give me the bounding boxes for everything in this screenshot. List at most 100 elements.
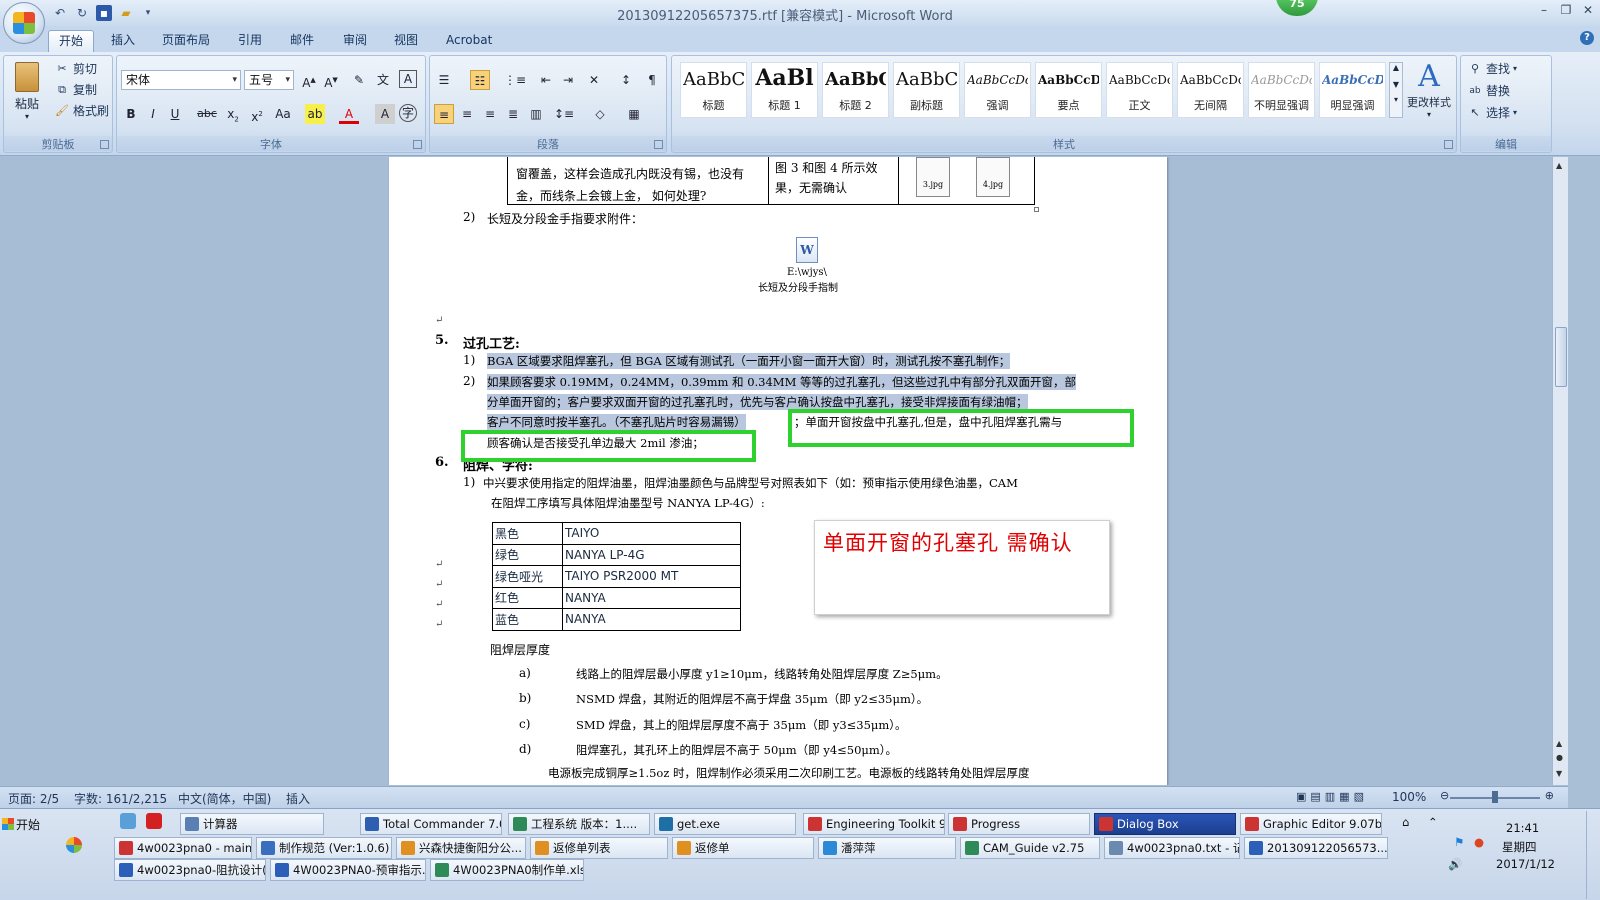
help-icon[interactable]: ? bbox=[1580, 31, 1594, 45]
sort-icon[interactable]: ↕ bbox=[616, 70, 636, 90]
change-case-icon[interactable]: Aa bbox=[273, 104, 293, 124]
style-subtle-emphasis[interactable]: AaBbCcDc 不明显强调 bbox=[1248, 62, 1315, 118]
taskbar-item[interactable]: Graphic Editor 9.07b2 ... bbox=[1240, 813, 1382, 835]
taskbar-item[interactable]: 返修单列表 bbox=[530, 837, 668, 859]
font-name-combo[interactable]: 宋体 bbox=[121, 70, 241, 90]
borders-icon[interactable]: ▦ bbox=[624, 104, 644, 124]
taskbar-item[interactable]: 返修单 bbox=[672, 837, 814, 859]
paragraph-launcher-icon[interactable] bbox=[654, 140, 663, 149]
taskbar-item[interactable]: 201309122056573... bbox=[1244, 837, 1388, 859]
document-page[interactable]: 窗覆盖，这样会造成孔内既没有锡，也没有 金，而线条上会镀上金， 如何处理? 图 … bbox=[389, 157, 1167, 785]
align-center-icon[interactable]: ≡ bbox=[457, 104, 477, 124]
taskbar-item[interactable]: 计算器 bbox=[180, 813, 324, 835]
style-no-spacing[interactable]: AaBbCcDc 无间隔 bbox=[1177, 62, 1244, 118]
line-spacing-icon[interactable]: ↕≡ bbox=[554, 104, 574, 124]
taskbar-item[interactable]: Engineering Toolkit 9.... bbox=[803, 813, 945, 835]
font-size-combo[interactable]: 五号 bbox=[244, 70, 294, 90]
scroll-down-icon[interactable]: ▼ bbox=[1556, 769, 1562, 778]
taskbar-item[interactable]: Progress bbox=[948, 813, 1090, 835]
char-shading-icon[interactable]: A bbox=[375, 104, 395, 124]
taskbar-item[interactable]: 制作规范 (Ver:1.0.6) bbox=[256, 837, 392, 859]
close-icon[interactable]: ✕ bbox=[1582, 3, 1594, 17]
tray-icon[interactable]: ● bbox=[1474, 835, 1484, 849]
increase-indent-icon[interactable]: ⇥ bbox=[558, 70, 578, 90]
tray-icon[interactable]: ⌃ bbox=[1428, 815, 1438, 829]
taskbar-item[interactable]: 兴森快捷衡阳分公... bbox=[396, 837, 526, 859]
clock-weekday[interactable]: 星期四 bbox=[1502, 839, 1537, 855]
taskbar-item[interactable]: 工程系统 版本：1.... bbox=[508, 813, 650, 835]
decrease-indent-icon[interactable]: ⇤ bbox=[536, 70, 556, 90]
copy-button[interactable]: ⧉ 复制 bbox=[54, 81, 97, 98]
tab-acrobat[interactable]: Acrobat bbox=[436, 30, 502, 52]
taskbar-item[interactable]: Dialog Box bbox=[1094, 813, 1236, 835]
tab-page-layout[interactable]: 页面布局 bbox=[152, 30, 220, 52]
clock-date[interactable]: 2017/1/12 bbox=[1496, 857, 1555, 871]
style-heading-2[interactable]: AaBbC 标题 2 bbox=[822, 62, 889, 118]
tray-icon[interactable]: ⌂ bbox=[1402, 815, 1409, 829]
scroll-up-icon[interactable]: ▲ bbox=[1556, 161, 1562, 170]
font-launcher-icon[interactable] bbox=[413, 140, 422, 149]
align-left-icon[interactable]: ≡ bbox=[434, 104, 454, 124]
shrink-font-icon[interactable]: A▼ bbox=[321, 70, 341, 90]
tray-icon[interactable]: ⚑ bbox=[1454, 835, 1464, 849]
pdf-icon[interactable] bbox=[146, 813, 162, 829]
change-styles-button[interactable]: A 更改样式 ▾ bbox=[1402, 60, 1456, 120]
show-marks-icon[interactable]: ¶ bbox=[642, 70, 662, 90]
browse-object-icon[interactable]: ● bbox=[1556, 753, 1563, 762]
zoom-slider[interactable]: ⊖ ⊕ bbox=[1440, 789, 1554, 803]
format-painter-button[interactable]: 🖌 格式刷 bbox=[54, 102, 109, 119]
subscript-icon[interactable]: x2 bbox=[223, 104, 243, 124]
style-emphasis[interactable]: AaBbCcDc 强调 bbox=[964, 62, 1031, 118]
app-icon[interactable] bbox=[120, 813, 136, 829]
superscript-icon[interactable]: x2 bbox=[247, 104, 267, 124]
paste-button[interactable]: 粘贴 ▾ bbox=[10, 60, 44, 121]
clear-format-icon[interactable]: ✎ bbox=[349, 70, 369, 90]
taskbar-item[interactable]: CAM_Guide v2.75 bbox=[960, 837, 1100, 859]
grow-font-icon[interactable]: A▲ bbox=[299, 70, 319, 90]
start-button[interactable]: 开始 bbox=[2, 813, 58, 835]
word-count[interactable]: 字数: 161/2,215 bbox=[74, 790, 167, 807]
vertical-scrollbar[interactable]: ▲ ▲ ● ▼ bbox=[1552, 157, 1568, 785]
office-button[interactable] bbox=[3, 2, 45, 44]
taskbar-item[interactable]: 4w0023pna0.txt - 记... bbox=[1104, 837, 1240, 859]
style-title[interactable]: AaBbC 标题 bbox=[680, 62, 747, 118]
zoom-out-icon[interactable]: ⊖ bbox=[1440, 789, 1449, 802]
scroll-up-icon[interactable]: ▲ bbox=[1556, 739, 1562, 748]
styles-launcher-icon[interactable] bbox=[1444, 140, 1453, 149]
app-icon[interactable] bbox=[66, 837, 82, 853]
taskbar-item[interactable]: Total Commander 7.0 ... bbox=[360, 813, 502, 835]
highlight-icon[interactable]: ab bbox=[305, 104, 325, 124]
language-indicator[interactable]: 中文(简体，中国) bbox=[178, 790, 271, 807]
scroll-thumb[interactable] bbox=[1555, 327, 1567, 387]
style-subtitle[interactable]: AaBbC 副标题 bbox=[893, 62, 960, 118]
replace-button[interactable]: ab 替换 bbox=[1467, 82, 1510, 99]
style-normal[interactable]: AaBbCcDc 正文 bbox=[1106, 62, 1173, 118]
taskbar-item[interactable]: 4W0023PNA0制作单.xls... bbox=[430, 859, 584, 881]
phonetic-guide-icon[interactable]: 文 bbox=[373, 70, 393, 90]
style-intense-emphasis[interactable]: AaBbCcDc明显强调 bbox=[1319, 62, 1386, 118]
show-desktop-button[interactable] bbox=[1586, 811, 1598, 899]
minimize-icon[interactable]: – bbox=[1538, 3, 1550, 17]
bold-icon[interactable]: B bbox=[121, 104, 141, 124]
shading-icon[interactable]: ◇ bbox=[590, 104, 610, 124]
taskbar-item[interactable]: 4w0023pna0-阻抗设计(... bbox=[114, 859, 266, 881]
tab-mailings[interactable]: 邮件 bbox=[280, 30, 324, 52]
volume-icon[interactable]: 🔊 bbox=[1448, 857, 1462, 871]
bullets-icon[interactable]: ☰ bbox=[434, 70, 454, 90]
strikethrough-icon[interactable]: abc bbox=[197, 104, 217, 124]
tab-review[interactable]: 审阅 bbox=[333, 30, 377, 52]
distribute-icon[interactable]: ▥ bbox=[526, 104, 546, 124]
underline-icon[interactable]: U bbox=[165, 104, 185, 124]
cut-button[interactable]: ✂ 剪切 bbox=[54, 60, 97, 77]
select-button[interactable]: ↖ 选择 ▾ bbox=[1467, 104, 1517, 121]
tab-references[interactable]: 引用 bbox=[228, 30, 272, 52]
style-strong[interactable]: AaBbCcD 要点 bbox=[1035, 62, 1102, 118]
tab-insert[interactable]: 插入 bbox=[101, 30, 145, 52]
image-file-icon[interactable]: 3.jpg bbox=[916, 157, 950, 197]
table-resize-handle[interactable] bbox=[1034, 207, 1039, 212]
align-right-icon[interactable]: ≡ bbox=[480, 104, 500, 124]
page-count[interactable]: 页面: 2/5 bbox=[8, 790, 59, 807]
image-file-icon[interactable]: 4.jpg bbox=[976, 157, 1010, 197]
justify-icon[interactable]: ≣ bbox=[503, 104, 523, 124]
style-heading-1[interactable]: AaBl 标题 1 bbox=[751, 62, 818, 118]
